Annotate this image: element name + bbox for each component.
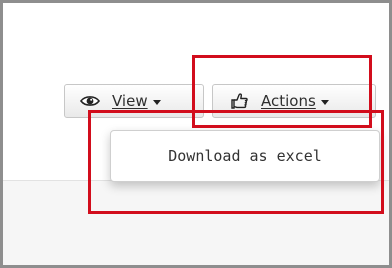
eye-icon [80, 94, 100, 108]
view-button[interactable]: View [64, 84, 204, 118]
caret-down-icon [320, 99, 329, 105]
actions-dropdown-menu: Download as excel [110, 130, 380, 182]
content-area [3, 181, 389, 265]
view-button-label: View [112, 92, 148, 110]
caret-down-icon [152, 99, 161, 105]
actions-button-label: Actions [261, 92, 316, 110]
menu-item-download-as-excel[interactable]: Download as excel [111, 131, 379, 181]
pointing-hand-icon [229, 92, 249, 110]
actions-button[interactable]: Actions [212, 84, 376, 118]
